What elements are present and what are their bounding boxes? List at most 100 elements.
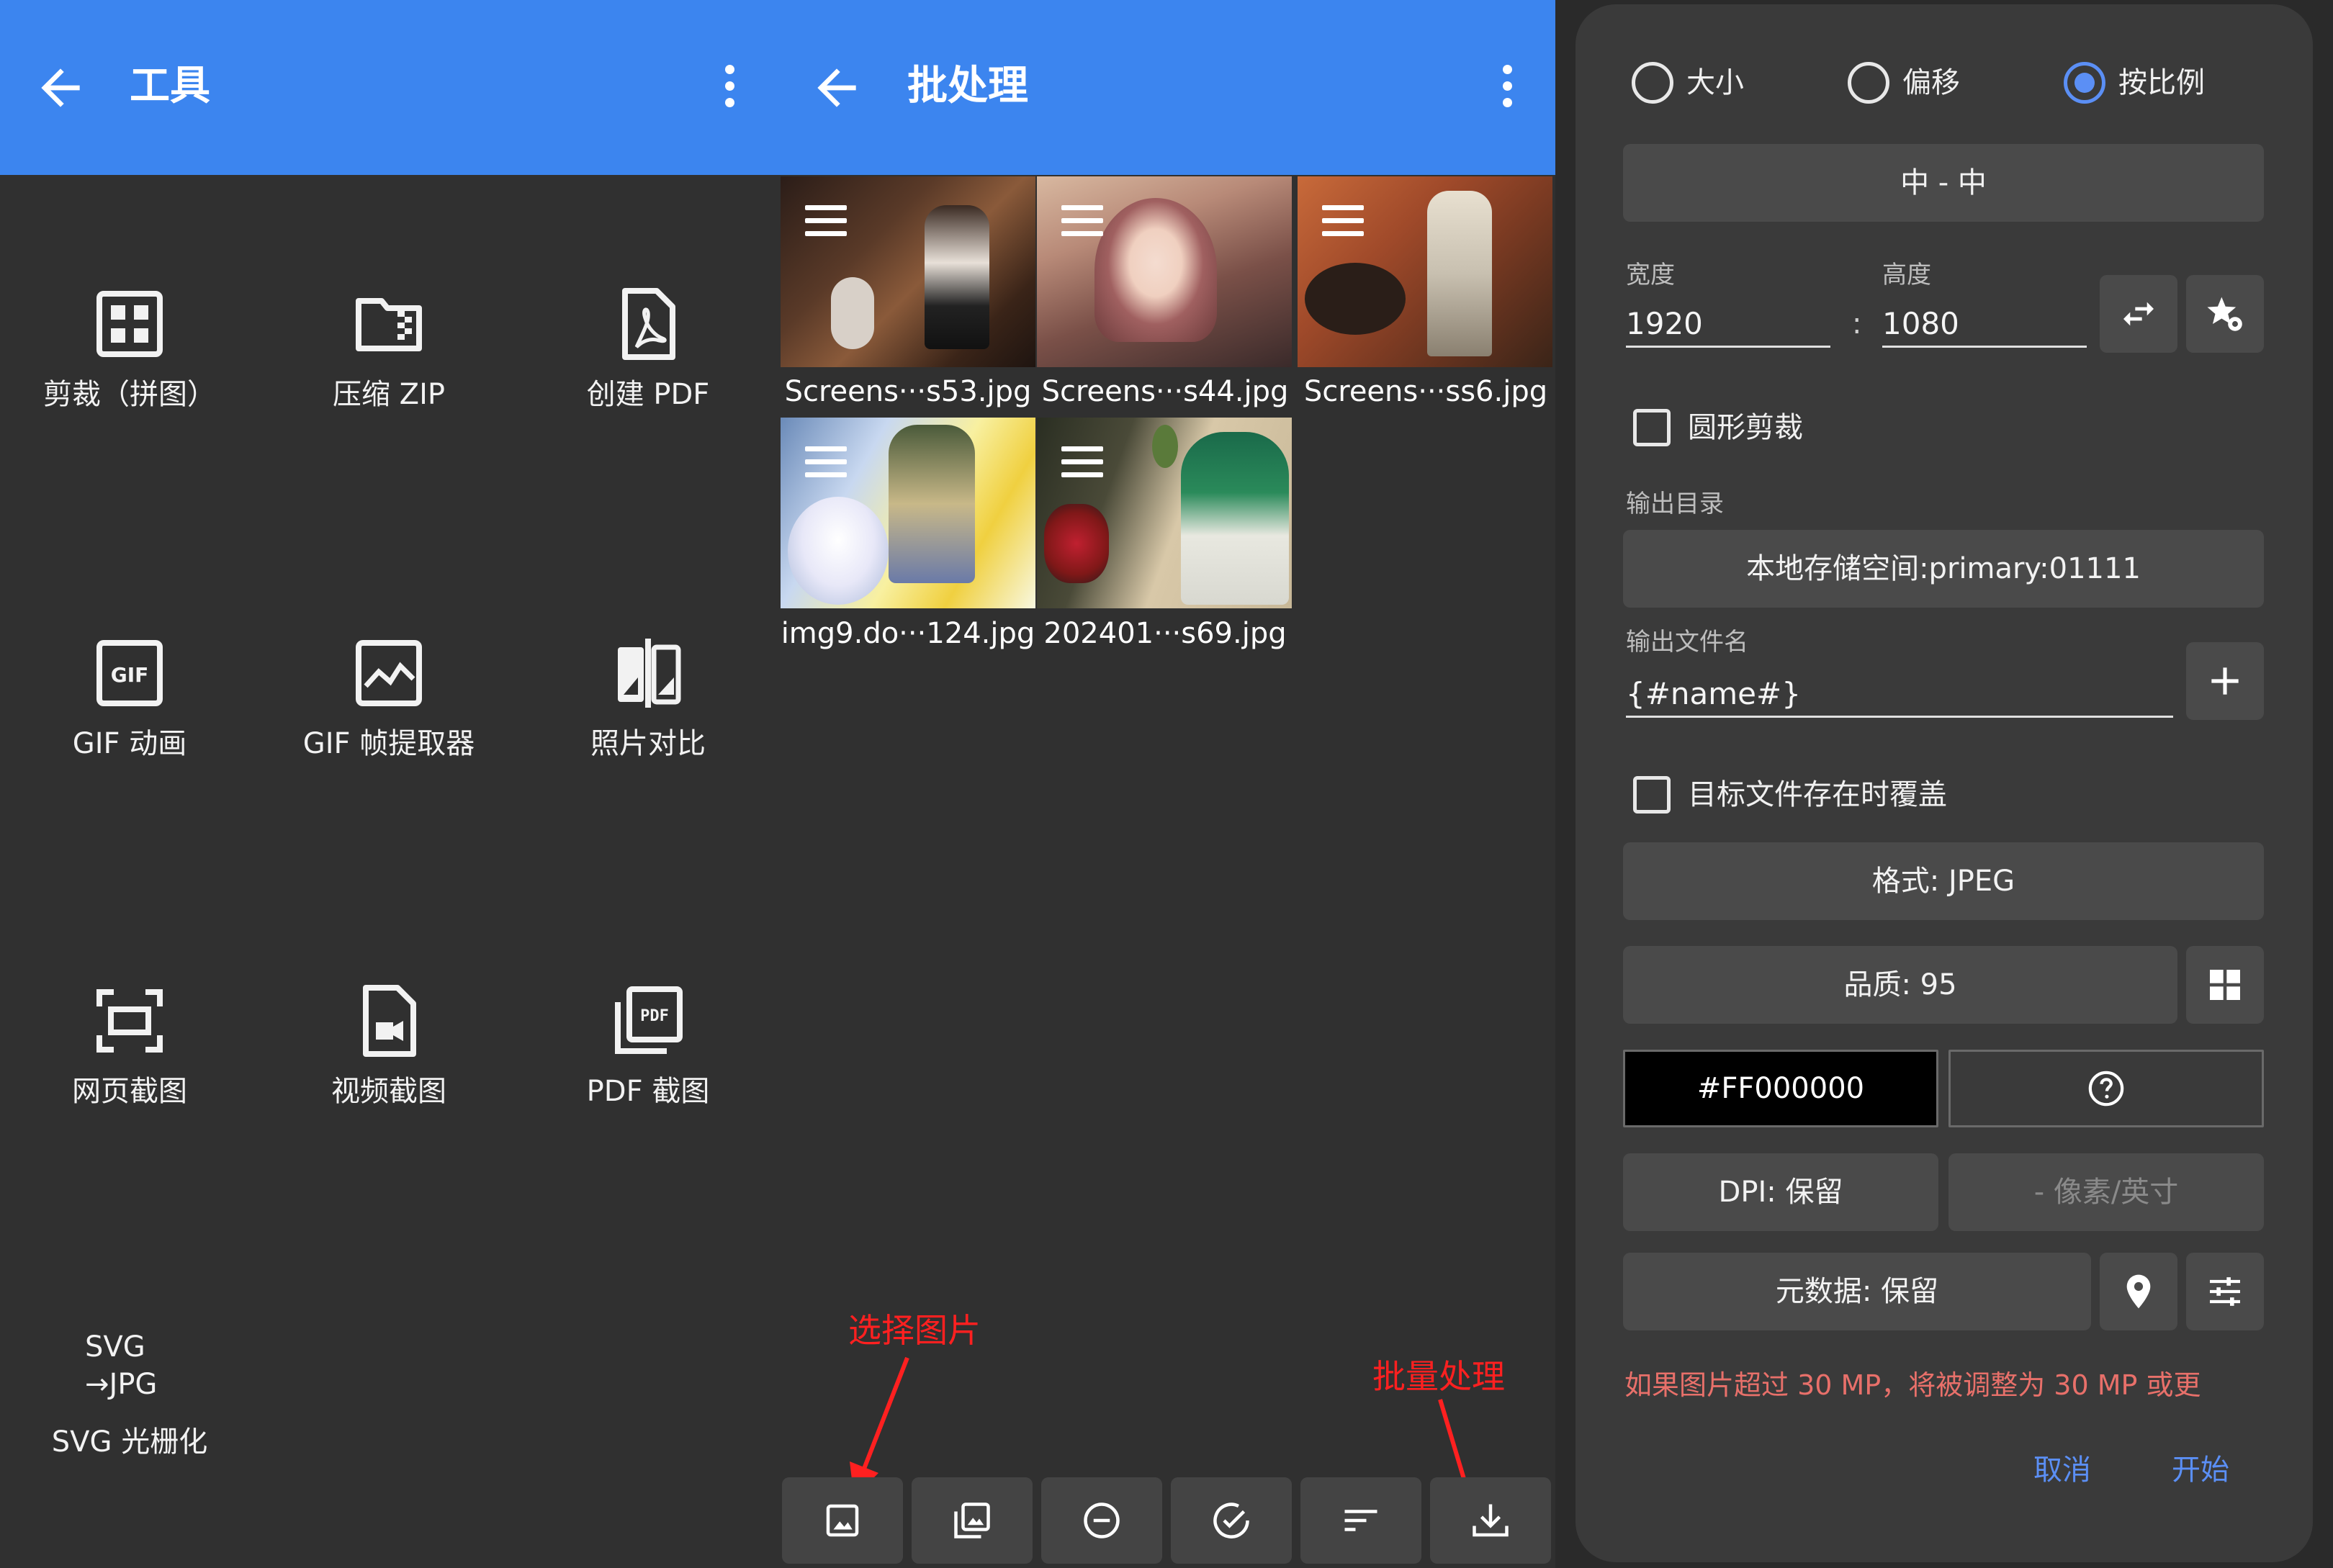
output-dir-label: 输出目录 xyxy=(1626,490,1724,518)
add-placeholder-button[interactable] xyxy=(2186,642,2264,720)
remove-button[interactable] xyxy=(1041,1477,1162,1564)
image-thumbnail[interactable] xyxy=(781,176,1035,367)
preset-settings-button[interactable] xyxy=(2186,275,2264,353)
image-thumbnail[interactable] xyxy=(1037,176,1292,367)
select-images-button[interactable] xyxy=(912,1477,1033,1564)
output-dir-button[interactable]: 本地存储空间:primary:01111 xyxy=(1623,530,2264,608)
tool-gif-frame-extractor[interactable]: GIF 帧提取器 xyxy=(259,637,518,810)
annotation-arrow xyxy=(850,1356,909,1497)
tool-pdf-screenshot[interactable]: PDF PDF 截图 xyxy=(518,985,778,1158)
tool-label: 剪裁（拼图） xyxy=(43,378,216,411)
tool-label: 压缩 ZIP xyxy=(332,378,446,411)
tool-label: SVG 光栅化 xyxy=(51,1425,208,1459)
circle-crop-checkbox[interactable] xyxy=(1633,409,1671,446)
star-settings-icon xyxy=(2207,297,2242,331)
start-button[interactable]: 开始 xyxy=(2172,1450,2229,1490)
tool-photo-compare[interactable]: 照片对比 xyxy=(518,637,778,810)
download-icon xyxy=(1473,1504,1509,1537)
more-vert-icon[interactable] xyxy=(722,65,737,108)
tool-svg-rasterize[interactable]: SVG →JPG SVG 光栅化 xyxy=(0,1328,259,1501)
tool-compress-zip[interactable]: 压缩 ZIP xyxy=(259,288,518,461)
radio-circle xyxy=(1632,62,1673,104)
tool-label: PDF 截图 xyxy=(586,1075,710,1108)
height-input[interactable]: 1080 xyxy=(1882,302,2087,348)
figure-shape xyxy=(1044,504,1109,583)
metadata-tune-button[interactable] xyxy=(2186,1253,2264,1330)
metadata-label: 元数据: 保留 xyxy=(1775,1275,1939,1308)
dpi-unit-label: - 像素/英寸 xyxy=(2033,1176,2179,1209)
background-color-button[interactable]: #FF000000 xyxy=(1623,1050,1938,1127)
figure-shape xyxy=(1181,432,1289,605)
image-name: 202401···s69.jpg xyxy=(1043,617,1287,650)
tool-video-screenshot[interactable]: 视频截图 xyxy=(259,985,518,1158)
help-circle-icon xyxy=(2088,1071,2124,1107)
figure-shape xyxy=(925,205,989,349)
radio-circle-checked xyxy=(2064,62,2105,104)
svg-text:GIF: GIF xyxy=(111,663,149,687)
overwrite-checkbox[interactable] xyxy=(1633,776,1671,814)
tool-create-pdf[interactable]: 创建 PDF xyxy=(518,288,778,461)
dpi-button[interactable]: DPI: 保留 xyxy=(1623,1153,1938,1231)
figure-shape xyxy=(1305,263,1406,335)
tool-label: GIF 动画 xyxy=(72,727,187,760)
svg-icon-text: SVG xyxy=(85,1330,145,1364)
drag-handle-icon[interactable] xyxy=(805,446,847,478)
jpg-icon-text: →JPG xyxy=(85,1368,158,1401)
select-all-button[interactable] xyxy=(1171,1477,1292,1564)
back-arrow-icon[interactable] xyxy=(32,59,89,117)
batch-settings-dialog: 大小 偏移 按比例 中 - 中 宽度 1920 : 高度 1080 圆形剪裁 输… xyxy=(1575,4,2313,1562)
sort-button[interactable] xyxy=(1300,1477,1421,1564)
check-circle-icon xyxy=(1213,1502,1249,1538)
back-arrow-icon[interactable] xyxy=(808,59,866,117)
drag-handle-icon[interactable] xyxy=(1061,446,1103,478)
svg-text:PDF: PDF xyxy=(640,1007,669,1025)
output-dir-value: 本地存储空间:primary:01111 xyxy=(1746,552,2141,585)
tool-webpage-screenshot[interactable]: 网页截图 xyxy=(0,985,259,1158)
tune-icon xyxy=(2210,1277,2240,1306)
location-pin-icon xyxy=(2126,1274,2151,1309)
output-name-input[interactable]: {#name#} xyxy=(1626,672,2173,718)
more-vert-icon[interactable] xyxy=(1500,65,1514,108)
cancel-button[interactable]: 取消 xyxy=(2033,1450,2091,1490)
quality-grid-button[interactable] xyxy=(2186,946,2264,1024)
image-thumbnail[interactable] xyxy=(781,418,1035,608)
radio-label: 按比例 xyxy=(2118,66,2205,99)
radio-label: 大小 xyxy=(1686,66,1744,99)
metadata-button[interactable]: 元数据: 保留 xyxy=(1623,1253,2091,1330)
minus-circle-icon xyxy=(1084,1502,1120,1538)
tools-title: 工具 xyxy=(130,63,210,109)
video-file-icon xyxy=(353,985,425,1057)
gravity-button[interactable]: 中 - 中 xyxy=(1623,144,2264,222)
tool-label: GIF 帧提取器 xyxy=(302,727,475,760)
location-button[interactable] xyxy=(2100,1253,2177,1330)
swap-dimensions-button[interactable] xyxy=(2100,275,2177,353)
image-thumbnail[interactable] xyxy=(1037,418,1292,608)
compare-icon xyxy=(612,637,684,709)
swap-horiz-icon xyxy=(2123,302,2154,326)
batch-process-button[interactable] xyxy=(1430,1477,1551,1564)
image-multiple-icon xyxy=(954,1502,990,1538)
figure-shape xyxy=(1427,191,1492,356)
grid-icon xyxy=(2210,970,2240,1000)
drag-handle-icon[interactable] xyxy=(1322,205,1364,237)
background-color-value: #FF000000 xyxy=(1696,1072,1865,1105)
image-thumbnail[interactable] xyxy=(1298,176,1552,367)
figure-shape xyxy=(831,277,874,349)
width-input[interactable]: 1920 xyxy=(1626,302,1830,348)
tool-gif-animation[interactable]: GIF GIF 动画 xyxy=(0,637,259,810)
tool-crop-collage[interactable]: 剪裁（拼图） xyxy=(0,288,259,461)
dpi-label: DPI: 保留 xyxy=(1718,1176,1843,1209)
image-name: Screens···ss6.jpg xyxy=(1303,375,1548,408)
drag-handle-icon[interactable] xyxy=(805,205,847,237)
select-image-button[interactable] xyxy=(782,1477,903,1564)
format-label: 格式: JPEG xyxy=(1871,865,2015,898)
format-button[interactable]: 格式: JPEG xyxy=(1623,842,2264,920)
circle-crop-label: 圆形剪裁 xyxy=(1688,411,1803,444)
dimension-separator: : xyxy=(1852,307,1862,341)
help-button[interactable] xyxy=(1948,1050,2264,1127)
plus-icon xyxy=(2211,667,2239,695)
quality-button[interactable]: 品质: 95 xyxy=(1623,946,2177,1024)
tool-label: 创建 PDF xyxy=(586,378,710,411)
drag-handle-icon[interactable] xyxy=(1061,205,1103,237)
annotation-batch-process: 批量处理 xyxy=(1372,1357,1505,1396)
